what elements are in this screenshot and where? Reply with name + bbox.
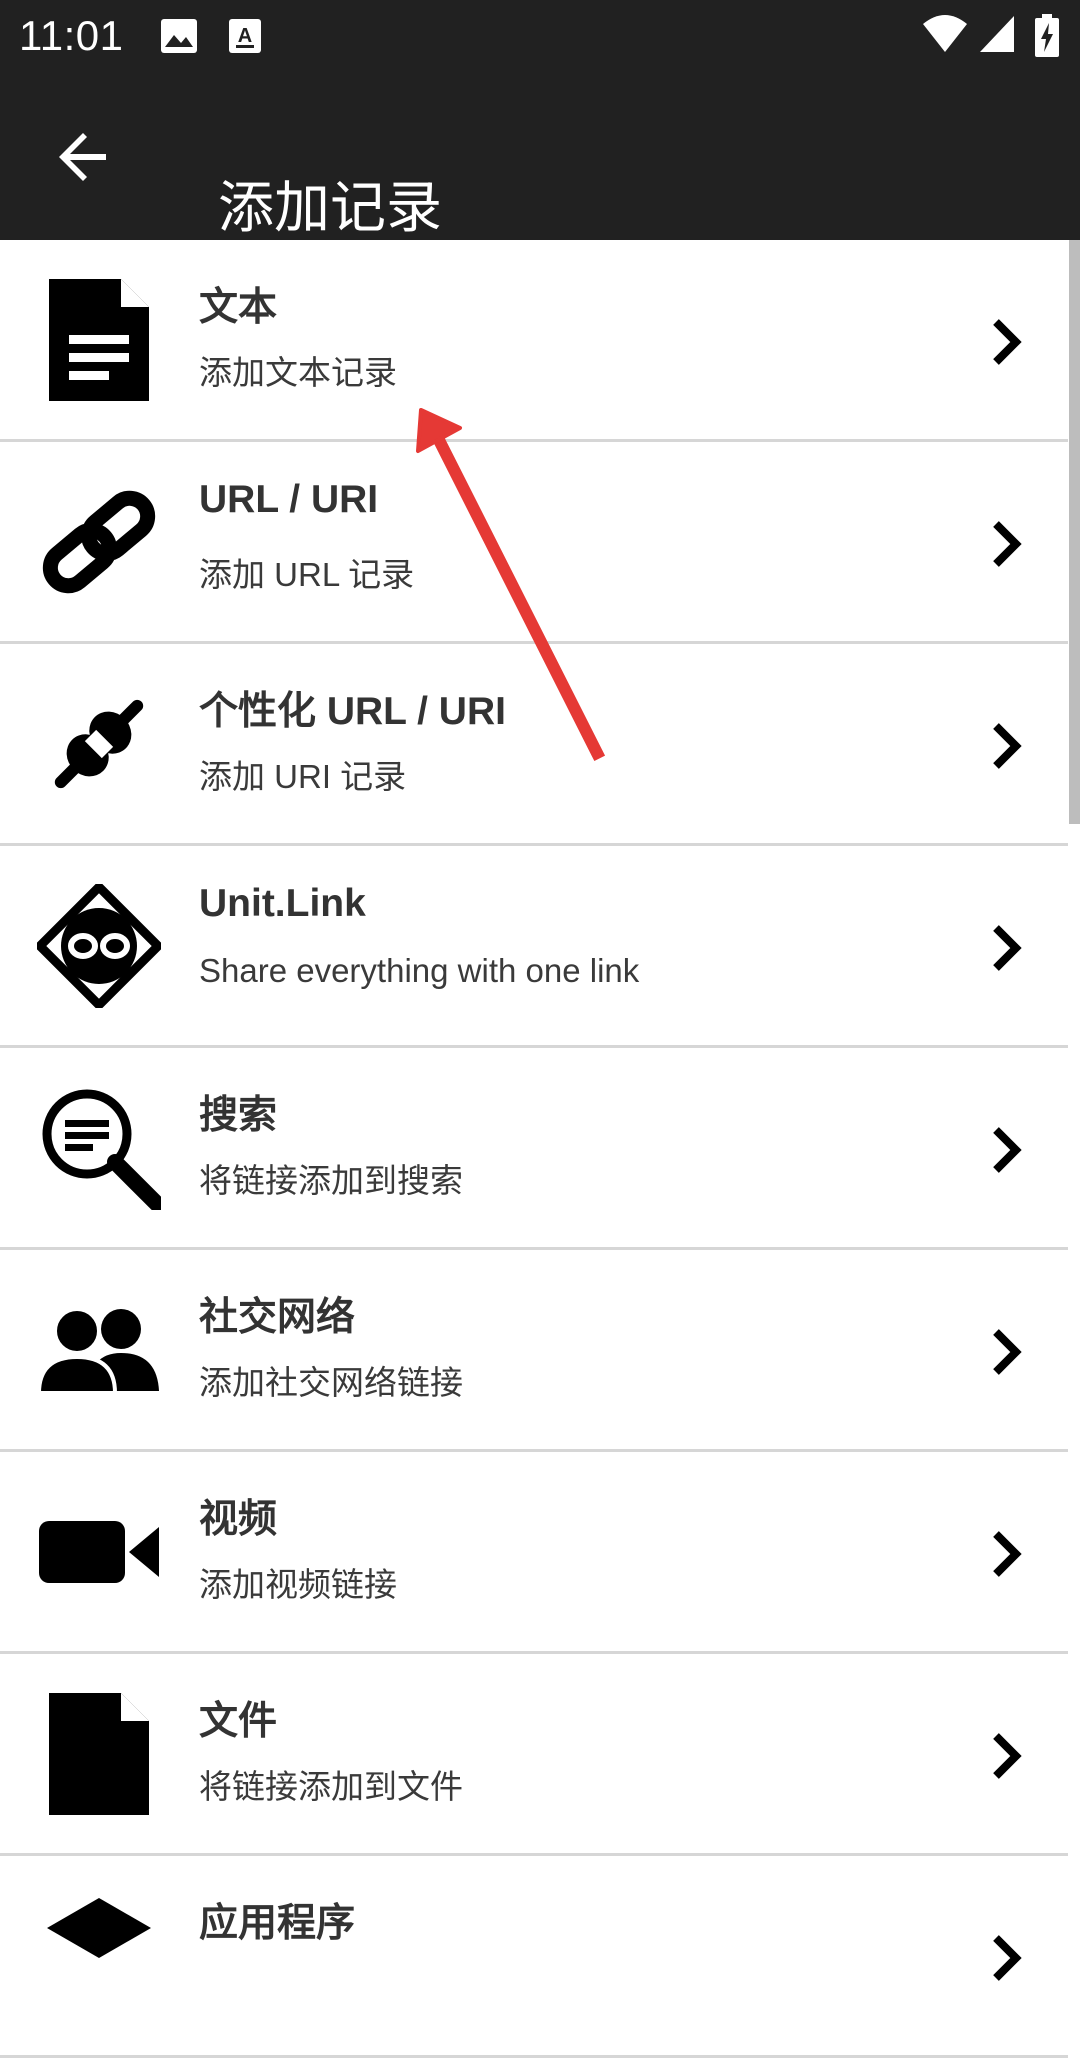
item-title: 文本 bbox=[199, 286, 278, 329]
item-title: 应用程序 bbox=[199, 1902, 356, 1945]
status-bar: 11:01 A bbox=[0, 0, 1080, 73]
app-bar: 添加记录 bbox=[0, 73, 1080, 240]
image-icon bbox=[161, 19, 197, 53]
item-subtitle: 添加视频链接 bbox=[199, 1566, 397, 1603]
list-item-video[interactable]: 视频 添加视频链接 bbox=[0, 1452, 1068, 1654]
arrow-back-icon bbox=[59, 133, 106, 181]
chevron-right-icon bbox=[993, 925, 1022, 971]
svg-text:A: A bbox=[238, 25, 252, 47]
item-title: 文件 bbox=[199, 1700, 278, 1743]
item-subtitle: 添加 URI 记录 bbox=[199, 758, 407, 795]
scrollbar[interactable] bbox=[1069, 240, 1080, 824]
custom-link-icon bbox=[35, 681, 163, 807]
chevron-right-icon bbox=[993, 723, 1022, 769]
file-icon bbox=[35, 1691, 163, 1817]
page-title: 添加记录 bbox=[218, 175, 442, 239]
record-type-list: 文本 添加文本记录 URL / URI 添加 URL 记录 个性化 URL / … bbox=[0, 240, 1068, 2058]
status-time: 11:01 bbox=[19, 12, 124, 59]
chevron-right-icon bbox=[993, 1127, 1022, 1173]
item-title: URL / URI bbox=[199, 478, 379, 521]
item-subtitle: Share everything with one link bbox=[199, 952, 640, 989]
list-item-unitlink[interactable]: Unit.Link Share everything with one link bbox=[0, 846, 1068, 1048]
item-subtitle: 将链接添加到文件 bbox=[199, 1768, 463, 1805]
link-icon bbox=[35, 479, 163, 605]
item-subtitle: 添加社交网络链接 bbox=[199, 1364, 463, 1401]
item-title: 社交网络 bbox=[199, 1296, 356, 1339]
chevron-right-icon bbox=[993, 1935, 1022, 1981]
chevron-right-icon bbox=[993, 319, 1022, 365]
list-item-social[interactable]: 社交网络 添加社交网络链接 bbox=[0, 1250, 1068, 1452]
chevron-right-icon bbox=[993, 521, 1022, 567]
item-title: 视频 bbox=[199, 1498, 278, 1541]
item-subtitle: 添加 URL 记录 bbox=[199, 556, 415, 593]
app-icon bbox=[35, 1893, 163, 2019]
list-item-file[interactable]: 文件 将链接添加到文件 bbox=[0, 1654, 1068, 1856]
chevron-right-icon bbox=[993, 1531, 1022, 1577]
item-title: Unit.Link bbox=[199, 882, 366, 925]
battery-charging-icon bbox=[1035, 14, 1059, 57]
list-item-custom-url[interactable]: 个性化 URL / URI 添加 URI 记录 bbox=[0, 644, 1068, 846]
list-item-url[interactable]: URL / URI 添加 URL 记录 bbox=[0, 442, 1068, 644]
item-subtitle: 添加文本记录 bbox=[199, 354, 397, 391]
keyboard-a-icon: A bbox=[229, 19, 261, 53]
item-subtitle: 将链接添加到搜索 bbox=[199, 1162, 463, 1199]
chevron-right-icon bbox=[993, 1733, 1022, 1779]
cellular-signal-icon bbox=[980, 16, 1014, 52]
item-title: 个性化 URL / URI bbox=[199, 690, 506, 733]
document-icon bbox=[35, 277, 163, 403]
item-title: 搜索 bbox=[199, 1094, 278, 1137]
list-item-search[interactable]: 搜索 将链接添加到搜索 bbox=[0, 1048, 1068, 1250]
list-item-text[interactable]: 文本 添加文本记录 bbox=[0, 240, 1068, 442]
wifi-icon bbox=[923, 15, 967, 52]
chevron-right-icon bbox=[993, 1329, 1022, 1375]
video-camera-icon bbox=[35, 1489, 163, 1615]
search-icon bbox=[35, 1085, 163, 1211]
people-icon bbox=[35, 1287, 163, 1413]
back-button[interactable] bbox=[40, 113, 128, 201]
unitlink-logo-icon bbox=[35, 883, 163, 1009]
list-item-app[interactable]: 应用程序 bbox=[0, 1856, 1068, 2058]
